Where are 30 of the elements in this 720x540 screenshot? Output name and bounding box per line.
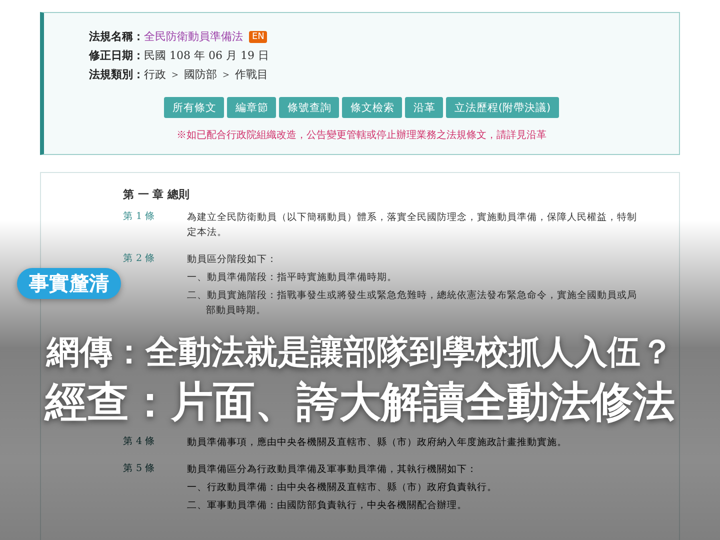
article-text: 一、動員準備階段：指平時實施動員準備時期。 — [187, 271, 398, 285]
field-value: 民國 108 年 06 月 19 日 — [144, 48, 269, 63]
article-text: 二、動員實施階段：指戰事發生或將發生或緊急危難時，總統依憲法發布緊急命令，實施全國動員或局部動員時期。 — [187, 289, 637, 318]
fact-check-badge: 事實釐清 — [17, 268, 121, 299]
field-label: 法規類別： — [89, 67, 144, 82]
nav-button[interactable]: 條號查詢 — [279, 97, 340, 118]
law-name-link[interactable]: 全民防衛動員準備法 — [144, 29, 243, 44]
nav-button[interactable]: 編章節 — [227, 97, 276, 118]
article-text: 一、行政動員準備：由中央各機關及直轄市、縣（市）政府負責執行。 — [187, 481, 498, 495]
article-number[interactable]: 第 1 條 — [123, 210, 187, 243]
chapter-title: 第 一 章 總則 — [123, 187, 190, 202]
nav-button[interactable]: 所有條文 — [164, 97, 224, 118]
english-version-badge[interactable]: EN — [249, 30, 268, 42]
article-text: 動員準備事項，應由中央各機關及直轄市、縣（市）政府納入年度施政計畫推動實施。 — [187, 436, 568, 450]
nav-button[interactable]: 條文檢索 — [342, 97, 402, 118]
article-number[interactable]: 第 4 條 — [123, 435, 187, 453]
headline: 經查：片面、誇大解讀全動法修法 — [45, 376, 675, 428]
article-number[interactable]: 第 2 條 — [123, 252, 187, 321]
headline: 網傳：全動法就是讓部隊到學校抓人入伍？ — [46, 331, 674, 373]
notice-text: ※如已配合行政院組織改造，公告變更管轄或停止辦理業務之法規條文，請詳見沿革 — [176, 128, 548, 142]
article-text: 二、軍事動員準備：由國防部負責執行，中央各機關配合辦理。 — [187, 499, 468, 513]
field-value: 行政 ＞ 國防部 ＞ 作戰目 — [144, 67, 268, 82]
article-text: 為建立全民防衛動員（以下簡稱動員）體系，落實全民國防理念，實施動員準備，保障人民權益，特制定本法。 — [187, 211, 637, 240]
article-text: 動員準備區分為行政動員準備及軍事動員準備，其執行機關如下： — [187, 463, 478, 477]
nav-button[interactable]: 立法歷程(附帶決議) — [446, 97, 559, 118]
article-text: 動員區分階段如下： — [187, 253, 278, 267]
field-label: 修正日期： — [89, 48, 144, 63]
field-label: 法規名稱： — [89, 29, 144, 44]
nav-button[interactable]: 沿革 — [405, 97, 444, 118]
article-number[interactable]: 第 5 條 — [123, 462, 187, 516]
